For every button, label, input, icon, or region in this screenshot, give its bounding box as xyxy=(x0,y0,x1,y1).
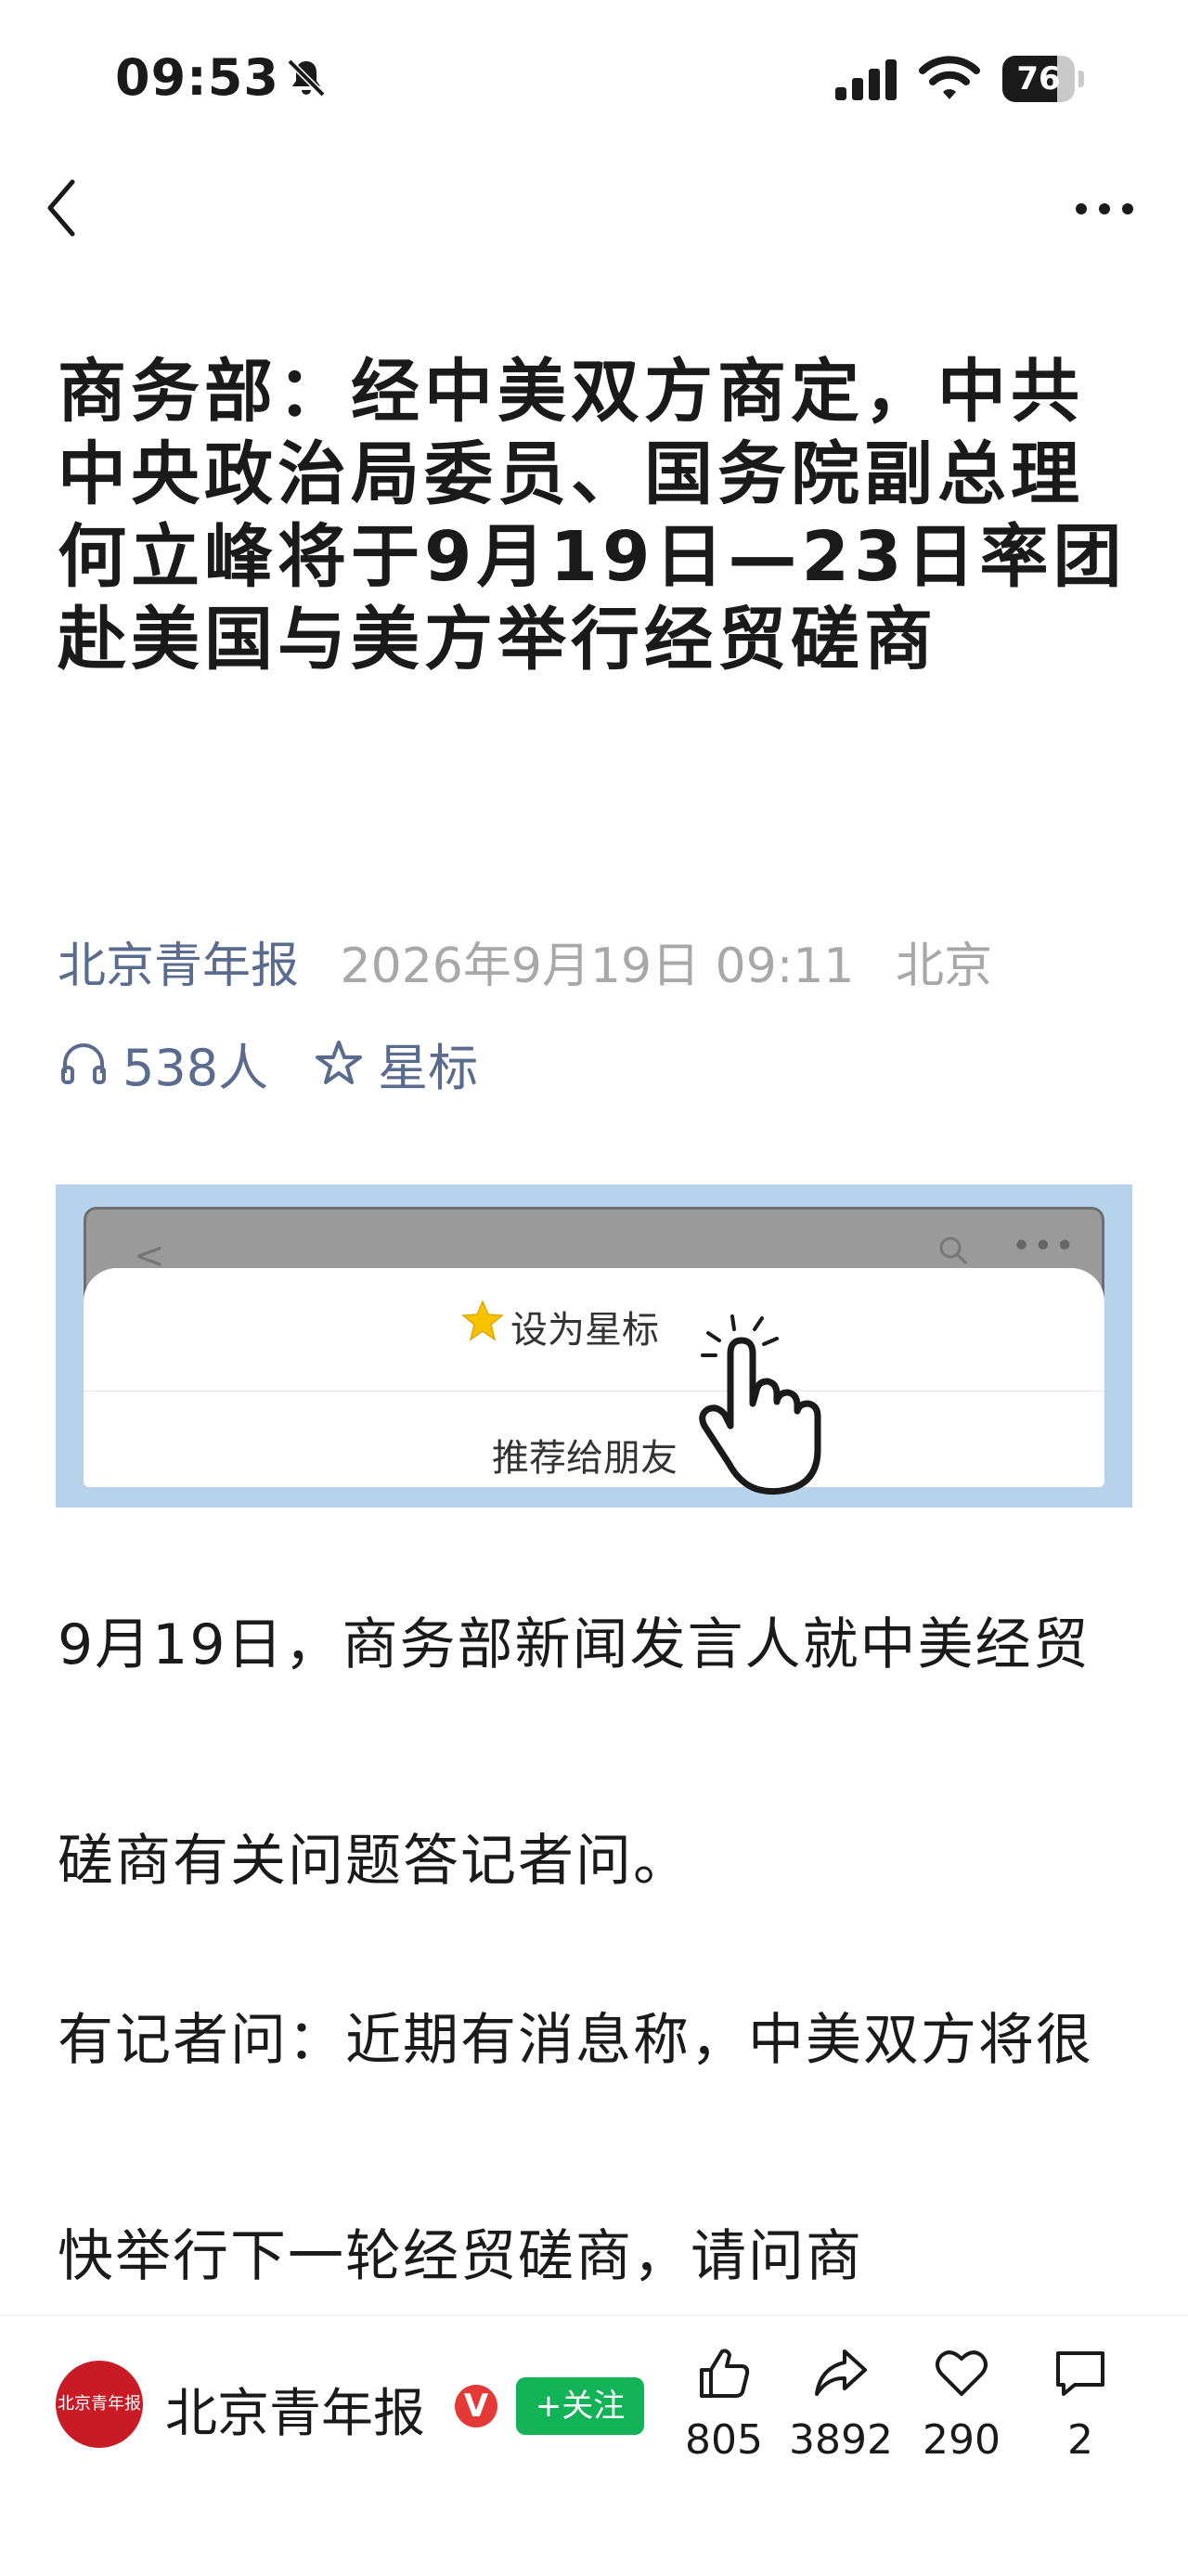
avatar-logo-text: 北京青年报 xyxy=(58,2394,141,2414)
like-button[interactable]: 805 xyxy=(668,2344,780,2464)
mock-recommend-option: 推荐给朋友 xyxy=(492,1437,678,1480)
battery-indicator: 76 xyxy=(1002,56,1084,102)
article-meta: 北京青年报 2026年9月19日 09:11 北京 xyxy=(58,926,992,996)
share-count: 3892 xyxy=(789,2416,893,2464)
battery-level: 76 xyxy=(1016,60,1061,97)
publish-location: 北京 xyxy=(896,938,993,994)
mock-more-icon: ••• xyxy=(1012,1227,1077,1265)
paragraph-1: 9月19日，商务部新闻发言人就中美经贸磋商有关问题答记者问。 xyxy=(58,1612,1091,1894)
chevron-left-icon xyxy=(47,179,75,237)
paragraph-2: 有记者问：近期有消息称，中美双方将很快举行下一轮经贸磋商，请问商 xyxy=(58,2008,1093,2289)
verified-badge: V xyxy=(455,2385,497,2427)
comment-icon xyxy=(1056,2351,1104,2396)
mock-search-icon xyxy=(939,1236,968,1265)
back-button[interactable] xyxy=(37,171,93,245)
article-actions-row: 538人 星标 xyxy=(58,1027,478,1100)
comment-count: 2 xyxy=(1067,2416,1093,2464)
promo-banner-image: < ••• 设为星标 推荐给朋友 xyxy=(56,1184,1132,1508)
wifi-icon xyxy=(919,56,980,99)
star-filled-icon xyxy=(461,1300,504,1341)
thumbs-up-icon xyxy=(700,2349,750,2398)
follow-button[interactable]: +关注 xyxy=(516,2377,644,2435)
mock-star-option: 设为星标 xyxy=(510,1309,659,1352)
source-avatar[interactable]: 北京青年报 xyxy=(56,2361,143,2448)
favorite-count: 290 xyxy=(923,2416,1001,2464)
more-button[interactable] xyxy=(1067,186,1142,232)
star-outline-icon[interactable] xyxy=(313,1038,365,1090)
signal-icon xyxy=(835,59,897,100)
status-bar: 09:53 76 xyxy=(0,0,1188,158)
heart-icon xyxy=(936,2350,988,2396)
publish-date: 2026年9月19日 09:11 xyxy=(340,938,855,994)
favorite-button[interactable]: 290 xyxy=(906,2344,1017,2464)
share-button[interactable]: 3892 xyxy=(785,2344,897,2464)
source-name[interactable]: 北京青年报 xyxy=(165,2372,425,2447)
headphones-icon[interactable] xyxy=(58,1038,110,1090)
share-arrow-icon xyxy=(815,2349,867,2396)
hand-pointer-icon xyxy=(699,1314,821,1495)
bottom-bar: 北京青年报 北京青年报 V +关注 805 3892 290 2 xyxy=(0,2315,1188,2576)
bell-muted-icon xyxy=(287,58,326,97)
like-count: 805 xyxy=(685,2416,763,2464)
article-title: 商务部：经中美双方商定，中共中央政治局委员、国务院副总理何立峰将于9月19日—2… xyxy=(58,352,1127,680)
status-time: 09:53 xyxy=(115,48,279,107)
more-dots-icon xyxy=(1076,203,1133,214)
star-button[interactable]: 星标 xyxy=(378,1027,478,1100)
comment-button[interactable]: 2 xyxy=(1025,2344,1136,2464)
listen-count[interactable]: 538人 xyxy=(123,1027,268,1100)
article-source[interactable]: 北京青年报 xyxy=(58,938,299,994)
